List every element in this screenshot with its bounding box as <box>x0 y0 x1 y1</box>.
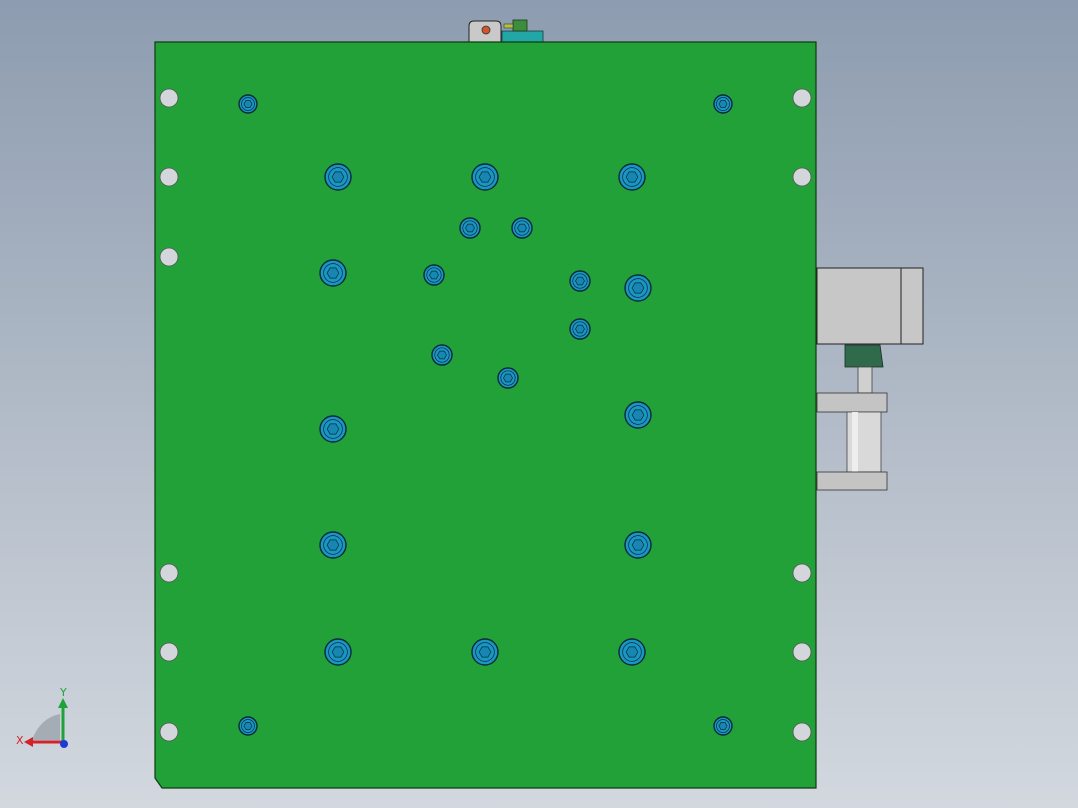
bolt-head[interactable] <box>624 274 652 302</box>
bolt-head[interactable] <box>713 94 733 114</box>
top-sensor-bracket[interactable] <box>468 19 544 43</box>
bolt-head[interactable] <box>618 163 646 191</box>
bolt-head[interactable] <box>319 415 347 443</box>
bolt-head[interactable] <box>569 270 591 292</box>
main-plate[interactable] <box>154 41 817 789</box>
mounting-hole[interactable] <box>792 563 812 583</box>
bolt-head[interactable] <box>238 94 258 114</box>
mounting-hole[interactable] <box>792 88 812 108</box>
bolt-head[interactable] <box>511 217 533 239</box>
bolt-head[interactable] <box>423 264 445 286</box>
bolt-head[interactable] <box>238 716 258 736</box>
side-cylinder-assembly[interactable] <box>816 267 924 491</box>
bolt-head[interactable] <box>618 638 646 666</box>
bolt-head[interactable] <box>324 163 352 191</box>
y-axis-label: Y <box>59 686 67 699</box>
mounting-hole[interactable] <box>159 722 179 742</box>
bolt-head[interactable] <box>319 259 347 287</box>
bolt-head[interactable] <box>471 163 499 191</box>
mounting-hole[interactable] <box>159 167 179 187</box>
bolt-head[interactable] <box>459 217 481 239</box>
mounting-hole[interactable] <box>159 642 179 662</box>
bolt-head[interactable] <box>497 367 519 389</box>
mounting-hole[interactable] <box>792 167 812 187</box>
bolt-head[interactable] <box>471 638 499 666</box>
z-axis-dot <box>60 740 68 748</box>
axis-triad: Y X <box>16 686 68 748</box>
bolt-head[interactable] <box>624 401 652 429</box>
bolt-head[interactable] <box>713 716 733 736</box>
mounting-hole[interactable] <box>792 642 812 662</box>
bolt-head[interactable] <box>319 531 347 559</box>
mounting-hole[interactable] <box>792 722 812 742</box>
bolt-head[interactable] <box>624 531 652 559</box>
bolt-head[interactable] <box>569 318 591 340</box>
mounting-hole[interactable] <box>159 247 179 267</box>
mounting-hole[interactable] <box>159 563 179 583</box>
mounting-hole[interactable] <box>159 88 179 108</box>
bolt-head[interactable] <box>431 344 453 366</box>
cad-viewport[interactable] <box>0 0 1078 808</box>
bolt-head[interactable] <box>324 638 352 666</box>
x-axis-label: X <box>16 734 24 747</box>
